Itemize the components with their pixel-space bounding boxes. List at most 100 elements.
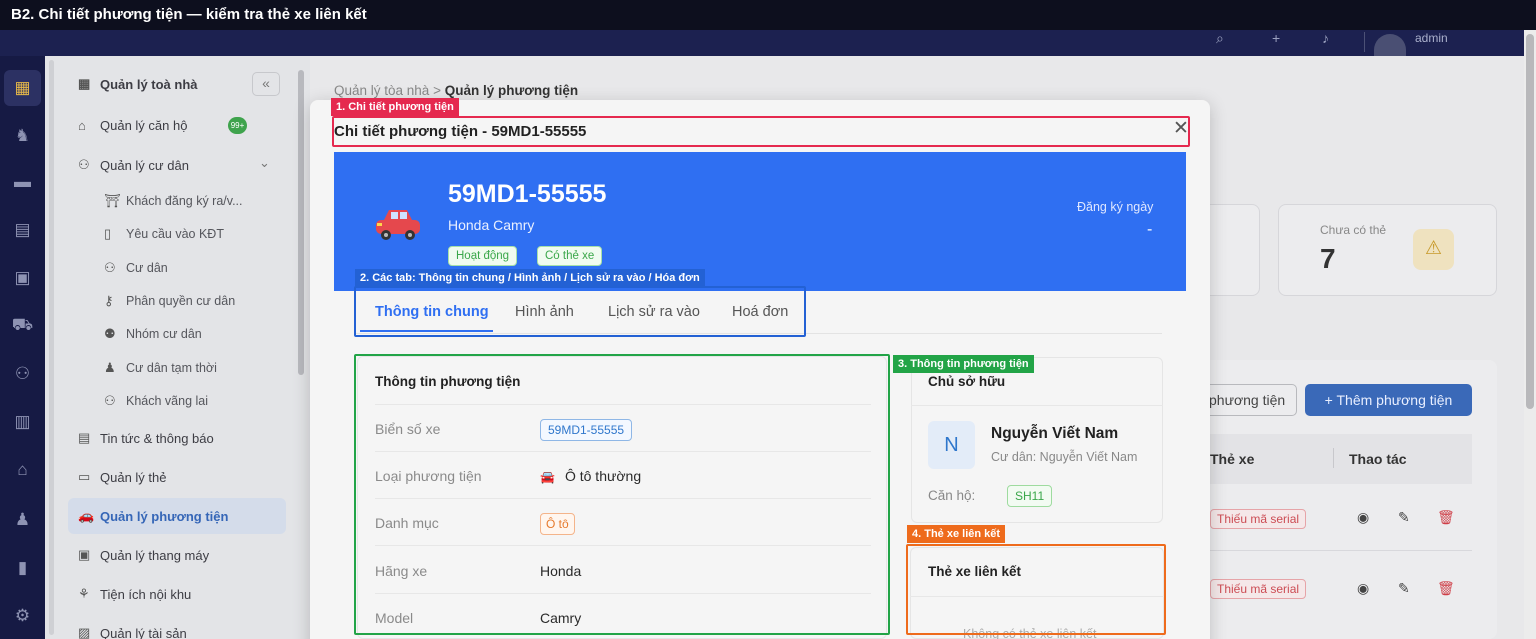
plate-value-tag: 59MD1-55555 xyxy=(540,419,633,441)
people-icon[interactable]: ♞ xyxy=(4,118,41,154)
column-header-card: Thẻ xe xyxy=(1210,451,1255,467)
sidebar-item-elevators[interactable]: ▣ Quản lý thang máy xyxy=(78,547,209,563)
residents-icon: ⚇ xyxy=(78,157,90,172)
breadcrumb-separator: > xyxy=(429,83,445,98)
gear-icon[interactable]: ⚙ xyxy=(4,598,41,634)
add-vehicle-button[interactable]: + Thêm phương tiện xyxy=(1305,384,1472,416)
sidebar-collapse-button[interactable]: « xyxy=(252,72,280,96)
chat-icon[interactable]: ▬ xyxy=(4,164,41,200)
vehicle-type-label: Loại phương tiện xyxy=(375,468,482,484)
close-icon[interactable]: ✕ xyxy=(1173,117,1189,140)
annotation-label-3: 3. Thông tin phương tiện xyxy=(893,355,1034,373)
column-divider xyxy=(1333,448,1334,468)
building-icon[interactable]: ▦ xyxy=(4,70,41,106)
avatar: N xyxy=(928,421,975,469)
sidebar-item-label: Quản lý tài sản xyxy=(100,625,187,639)
tab-images[interactable]: Hình ảnh xyxy=(515,304,574,320)
breadcrumb-root[interactable]: Quản lý tòa nhà xyxy=(334,83,429,98)
vehicle-info-title: Thông tin phương tiện xyxy=(375,374,521,389)
sidebar-item-label: Quản lý thẻ xyxy=(100,469,167,485)
calculator-icon[interactable]: ▤ xyxy=(4,212,41,248)
sidebar-item-residents[interactable]: ⚇ Quản lý cư dân xyxy=(78,157,189,173)
vehicle-type-text: Ô tô thường xyxy=(564,468,642,484)
key-icon: ⚷ xyxy=(104,293,114,308)
sidebar-item-news[interactable]: ▤ Tin tức & thông báo xyxy=(78,430,214,446)
username[interactable]: admin xyxy=(1415,31,1448,45)
bell-icon[interactable]: ♪ xyxy=(1322,30,1329,46)
briefcase-icon[interactable]: ▣ xyxy=(4,260,41,296)
city-icon[interactable]: ▥ xyxy=(4,404,41,440)
sidebar-item-label: Khách vãng lai xyxy=(126,394,209,408)
tab-access-history[interactable]: Lịch sử ra vào xyxy=(608,304,700,320)
apartment-label: Căn hộ: xyxy=(928,488,976,503)
sidebar-item-assets[interactable]: ▨ Quản lý tài sản xyxy=(78,625,187,639)
linked-card-title: Thẻ xe liên kết xyxy=(928,564,1022,579)
news-icon: ▤ xyxy=(78,430,91,445)
gate-icon: ⛩ xyxy=(104,193,121,208)
sidebar-item-resident-groups[interactable]: ⚉ Nhóm cư dân xyxy=(104,326,202,342)
person-icon[interactable]: ♟ xyxy=(4,502,41,538)
amenity-icon: ⚘ xyxy=(78,586,90,601)
registered-date-value: - xyxy=(1147,221,1153,238)
group-icon: ⚉ xyxy=(104,326,116,341)
column-header-actions: Thao tác xyxy=(1349,451,1407,467)
edit-icon[interactable]: ✎ xyxy=(1398,509,1410,526)
sidebar-item-entry-requests[interactable]: ▯ Yêu cầu vào KĐT xyxy=(104,226,224,242)
asset-icon: ▨ xyxy=(78,625,91,639)
card-icon: ▭ xyxy=(78,469,91,484)
plus-icon[interactable]: + xyxy=(1272,30,1280,46)
store-icon[interactable]: ⌂ xyxy=(4,452,41,488)
vehicle-type-value: 🚘 Ô tô thường xyxy=(540,468,641,484)
sidebar-item-apartments[interactable]: ⌂ Quản lý căn hộ xyxy=(78,118,187,133)
row-divider xyxy=(375,404,871,405)
sidebar-item-temporary-residents[interactable]: ♟ Cư dân tạm thời xyxy=(104,360,217,376)
apartment-tag[interactable]: SH11 xyxy=(1007,485,1053,507)
car-icon: 🚗 xyxy=(78,508,95,523)
view-icon[interactable]: ◉ xyxy=(1357,580,1369,597)
phone-icon: ▯ xyxy=(104,226,112,241)
search-vehicle-button[interactable]: phương tiện xyxy=(1200,384,1297,416)
users-icon[interactable]: ⚇ xyxy=(4,356,41,392)
tab-invoices[interactable]: Hoá đơn xyxy=(732,304,788,320)
sidebar-item-label: Cư dân xyxy=(126,261,168,275)
status-badge: Hoạt động xyxy=(448,246,518,266)
sidebar-item-vehicles[interactable]: 🚗 Quản lý phương tiện xyxy=(68,498,286,534)
elevator-icon: ▣ xyxy=(78,547,91,562)
page-scrollbar[interactable] xyxy=(1524,30,1536,639)
sidebar-item-cards[interactable]: ▭ Quản lý thẻ xyxy=(78,469,167,485)
sidebar-scroll-track[interactable] xyxy=(49,60,54,635)
card-status-badge: Thiếu mã serial xyxy=(1210,509,1307,529)
sidebar-item-permissions[interactable]: ⚷ Phân quyền cư dân xyxy=(104,293,235,309)
tab-general-info[interactable]: Thông tin chung xyxy=(375,304,489,320)
sidebar-item-label: Khách đăng ký ra/v... xyxy=(126,194,243,208)
sidebar-item-visitors[interactable]: ⚇ Khách vãng lai xyxy=(104,393,208,409)
sidebar-item-resident-list[interactable]: ⚇ Cư dân xyxy=(104,260,168,276)
chevron-down-icon[interactable]: ⌄ xyxy=(259,155,270,171)
sidebar-item-label: Nhóm cư dân xyxy=(126,327,202,341)
breadcrumb-current: Quản lý phương tiện xyxy=(444,83,579,98)
sidebar-scrollbar[interactable] xyxy=(298,60,304,635)
user-avatar[interactable] xyxy=(1374,34,1406,56)
linked-card-divider xyxy=(910,596,1164,597)
sidebar-item-buildings[interactable]: ▦ Quản lý toà nhà xyxy=(78,76,198,92)
owner-name[interactable]: Nguyễn Viết Nam xyxy=(991,425,1118,443)
annotation-label-2: 2. Các tab: Thông tin chung / Hình ảnh /… xyxy=(355,269,705,287)
sidebar-item-label: Yêu cầu vào KĐT xyxy=(126,227,224,241)
view-icon[interactable]: ◉ xyxy=(1357,509,1369,526)
sidebar-item-label: Quản lý căn hộ xyxy=(100,118,188,133)
sidebar-item-amenities[interactable]: ⚘ Tiện ích nội khu xyxy=(78,586,191,602)
delete-icon[interactable]: 🗑 xyxy=(1437,580,1455,597)
annotation-label-1: 1. Chi tiết phương tiện xyxy=(331,98,459,116)
hero-model: Honda Camry xyxy=(448,217,535,233)
edit-icon[interactable]: ✎ xyxy=(1398,580,1410,597)
hero-plate-number: 59MD1-55555 xyxy=(448,180,607,208)
delete-icon[interactable]: 🗑 xyxy=(1437,509,1455,526)
card-badge: Có thẻ xe xyxy=(537,246,603,266)
car-icon xyxy=(372,204,424,251)
chart-icon[interactable]: ▮ xyxy=(4,550,41,586)
stat-label: Chưa có thẻ xyxy=(1320,223,1387,237)
car-icon[interactable]: ⛟ xyxy=(4,308,41,344)
search-icon[interactable]: ⌕ xyxy=(1216,30,1224,47)
sidebar-item-guest-registration[interactable]: ⛩ Khách đăng ký ra/v... xyxy=(104,193,243,209)
category-label: Danh mục xyxy=(375,515,439,531)
